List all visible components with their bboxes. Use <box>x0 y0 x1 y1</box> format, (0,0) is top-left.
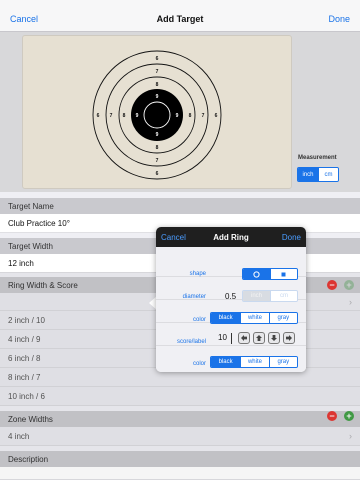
label-color-label: color <box>192 361 206 367</box>
ring-label: 6 <box>215 113 218 119</box>
page-title: Add Target <box>156 14 204 24</box>
shape-square-option[interactable] <box>269 269 297 279</box>
diameter-value[interactable]: 0.5 <box>225 292 236 301</box>
circle-icon <box>253 270 260 278</box>
unit-inch-option[interactable]: inch <box>298 168 318 181</box>
target-preview-card: 6 7 8 9 9 8 7 6 6 7 8 9 9 8 7 6 <box>22 35 292 189</box>
score-down-button[interactable] <box>268 332 280 344</box>
target-image: 6 7 8 9 9 8 7 6 6 7 8 9 9 8 7 6 <box>92 50 222 180</box>
color-selector: black white gray <box>210 312 298 324</box>
ring-label: 9 <box>136 113 139 119</box>
arrow-down-icon <box>271 335 277 341</box>
zone-width-field[interactable]: 4 inch › <box>0 427 360 446</box>
label-color-gray-option[interactable]: gray <box>268 357 297 367</box>
arrow-right-icon <box>286 335 292 341</box>
shape-circle-option[interactable] <box>243 269 270 279</box>
ring-label: 7 <box>110 113 113 119</box>
ring-label: 8 <box>123 113 126 119</box>
zone-widths-header: Zone Widths <box>0 411 360 427</box>
ring-label: 9 <box>176 113 179 119</box>
add-zone-button[interactable]: + <box>344 411 354 421</box>
zone-width-value: 4 inch <box>8 432 30 441</box>
color-white-option[interactable]: white <box>240 313 269 323</box>
score-label: score/label <box>176 339 206 345</box>
color-label: color <box>192 317 206 323</box>
measurement-label: Measurement <box>298 155 337 161</box>
ring-row[interactable]: 10 inch / 6 <box>0 387 360 406</box>
arrow-left-icon <box>241 335 247 341</box>
remove-zone-button[interactable]: − <box>327 411 337 421</box>
score-input[interactable]: 10 <box>218 333 232 344</box>
description-field[interactable] <box>0 467 360 480</box>
remove-ring-button[interactable]: − <box>327 280 337 290</box>
ring-label: 6 <box>97 113 100 119</box>
shape-toggle <box>242 268 298 280</box>
arrow-up-icon <box>256 335 262 341</box>
popover-header: Cancel Add Ring Done <box>156 227 306 247</box>
target-name-header: Target Name <box>0 198 360 214</box>
ring-label: 7 <box>156 158 159 164</box>
ring-label: 9 <box>156 94 159 100</box>
unit-cm-option[interactable]: cm <box>317 168 338 181</box>
ring-label: 6 <box>156 171 159 177</box>
ring-label: 9 <box>156 132 159 138</box>
diameter-unit-cm[interactable]: cm <box>269 291 297 301</box>
ring-label: 6 <box>156 56 159 62</box>
diameter-unit-inch[interactable]: inch <box>243 291 270 301</box>
label-color-white-option[interactable]: white <box>240 357 269 367</box>
color-black-option[interactable]: black <box>211 313 241 323</box>
description-header: Description <box>0 451 360 467</box>
color-gray-option[interactable]: gray <box>268 313 297 323</box>
ring-label: 8 <box>156 82 159 88</box>
measurement-unit-toggle: inch cm <box>297 167 339 182</box>
chevron-right-icon: › <box>349 297 352 307</box>
ring-label: 7 <box>156 69 159 75</box>
nav-bar: Cancel Add Target Done <box>0 0 360 32</box>
label-color-selector: black white gray <box>210 356 298 368</box>
divider <box>156 345 306 346</box>
label-color-black-option[interactable]: black <box>211 357 241 367</box>
popover-body <box>156 247 306 372</box>
score-left-button[interactable] <box>238 332 250 344</box>
ring-label: 8 <box>156 145 159 151</box>
score-up-button[interactable] <box>253 332 265 344</box>
popover-done-button[interactable]: Done <box>282 233 301 242</box>
chevron-right-icon: › <box>349 431 352 441</box>
add-ring-button[interactable]: + <box>344 280 354 290</box>
done-button[interactable]: Done <box>328 14 350 24</box>
ring-label: 7 <box>202 113 205 119</box>
shape-label: shape <box>189 271 206 277</box>
diameter-unit-toggle: inch cm <box>242 290 298 302</box>
diameter-label: diameter <box>182 294 206 300</box>
ring-label: 8 <box>189 113 192 119</box>
square-icon <box>281 272 286 276</box>
score-right-button[interactable] <box>283 332 295 344</box>
